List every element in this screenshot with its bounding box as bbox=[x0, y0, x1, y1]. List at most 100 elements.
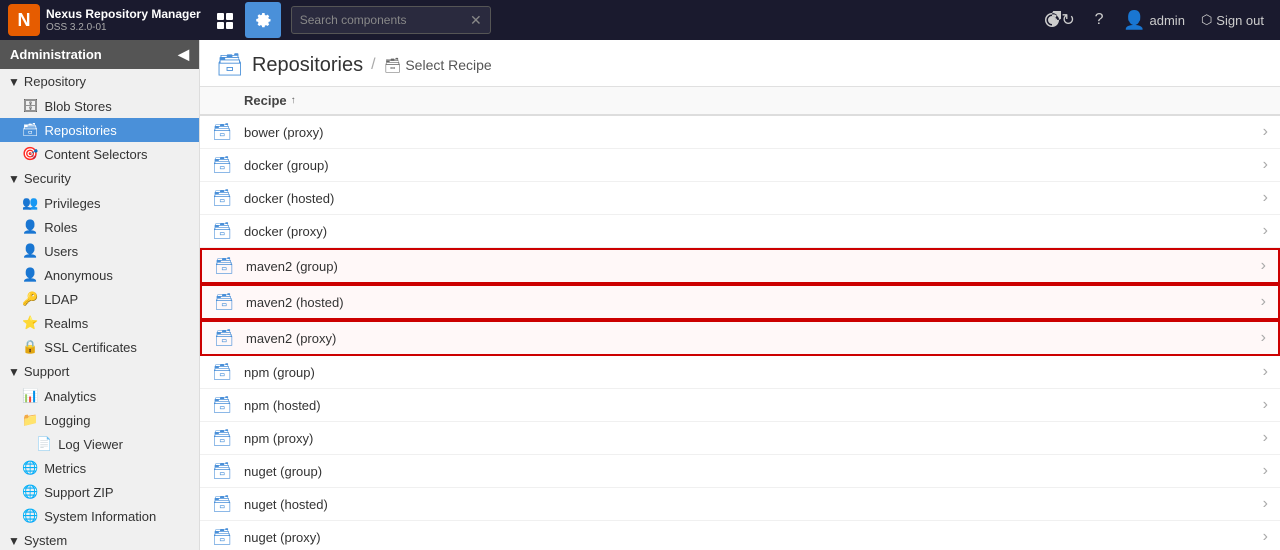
sidebar-item-label: Logging bbox=[44, 413, 90, 428]
app-title: Nexus Repository Manager bbox=[46, 7, 201, 21]
sidebar-item-system-information[interactable]: 🌐 System Information bbox=[0, 504, 199, 528]
table-row[interactable]: 🗃 maven2 (proxy) › bbox=[200, 320, 1280, 356]
breadcrumb-label: Select Recipe bbox=[405, 57, 491, 73]
sidebar-item-anonymous[interactable]: 👤 Anonymous bbox=[0, 263, 199, 287]
repositories-icon: 🗃 bbox=[22, 122, 39, 138]
app-subtitle: OSS 3.2.0-01 bbox=[46, 22, 201, 33]
sidebar-collapse-button[interactable]: ◀ bbox=[178, 46, 189, 63]
table-row[interactable]: 🗃 npm (group) › bbox=[200, 356, 1280, 389]
breadcrumb: 🗃 Select Recipe bbox=[384, 57, 492, 74]
search-box: ✕ bbox=[291, 6, 491, 34]
sidebar-item-logging[interactable]: 📁 Logging bbox=[0, 408, 199, 432]
sidebar-item-ldap[interactable]: 🔑 LDAP bbox=[0, 287, 199, 311]
sidebar-item-log-viewer[interactable]: 📄 Log Viewer bbox=[0, 432, 199, 456]
user-menu[interactable]: 👤 admin bbox=[1123, 10, 1185, 31]
collapse-icon: ▼ bbox=[8, 75, 20, 89]
table-row[interactable]: 🗃 npm (hosted) › bbox=[200, 389, 1280, 422]
row-name: docker (hosted) bbox=[244, 191, 1263, 206]
sidebar-item-metrics[interactable]: 🌐 Metrics bbox=[0, 456, 199, 480]
system-info-icon: 🌐 bbox=[22, 508, 38, 524]
table-row[interactable]: 🗃 maven2 (hosted) › bbox=[200, 284, 1280, 320]
row-name: maven2 (proxy) bbox=[246, 331, 1261, 346]
sidebar-section-repository: ▼ Repository 🗄 Blob Stores 🗃 Repositorie… bbox=[0, 69, 199, 166]
sidebar-item-label: System Information bbox=[44, 509, 156, 524]
signout-label: Sign out bbox=[1216, 13, 1264, 28]
search-clear-button[interactable]: ✕ bbox=[470, 12, 482, 29]
support-zip-icon: 🌐 bbox=[22, 484, 38, 500]
recipe-icon: 🗃 bbox=[212, 221, 232, 241]
refresh-button[interactable]: ↻ bbox=[1043, 4, 1075, 36]
help-button[interactable]: ? bbox=[1083, 4, 1115, 36]
signout-button[interactable]: ⬡ Sign out bbox=[1193, 8, 1272, 32]
table-row[interactable]: 🗃 docker (group) › bbox=[200, 149, 1280, 182]
sidebar-item-label: SSL Certificates bbox=[44, 340, 137, 355]
sidebar-item-label: Blob Stores bbox=[45, 99, 112, 114]
settings-button[interactable] bbox=[245, 2, 281, 38]
sidebar-item-blob-stores[interactable]: 🗄 Blob Stores bbox=[0, 94, 199, 118]
users-icon: 👤 bbox=[22, 243, 38, 259]
row-name: maven2 (hosted) bbox=[246, 295, 1261, 310]
sidebar: Administration ◀ ▼ Repository 🗄 Blob Sto… bbox=[0, 40, 200, 550]
group-label: Support bbox=[24, 364, 70, 379]
sidebar-item-content-selectors[interactable]: 🎯 Content Selectors bbox=[0, 142, 199, 166]
table-row[interactable]: 🗃 nuget (group) › bbox=[200, 455, 1280, 488]
analytics-icon: 📊 bbox=[22, 388, 38, 404]
row-name: bower (proxy) bbox=[244, 125, 1263, 140]
group-label: Repository bbox=[24, 74, 86, 89]
sidebar-item-label: Roles bbox=[44, 220, 77, 235]
sidebar-header: Administration ◀ bbox=[0, 40, 199, 69]
ldap-icon: 🔑 bbox=[22, 291, 38, 307]
sidebar-item-realms[interactable]: ⭐ Realms bbox=[0, 311, 199, 335]
row-icon-col: 🗃 bbox=[212, 221, 244, 241]
username-label: admin bbox=[1150, 13, 1185, 28]
recipe-icon: 🗃 bbox=[212, 188, 232, 208]
row-arrow: › bbox=[1263, 528, 1268, 546]
search-input[interactable] bbox=[300, 13, 470, 27]
table-row[interactable]: 🗃 docker (hosted) › bbox=[200, 182, 1280, 215]
browse-button[interactable] bbox=[207, 2, 243, 38]
row-arrow: › bbox=[1263, 429, 1268, 447]
sidebar-item-support-zip[interactable]: 🌐 Support ZIP bbox=[0, 480, 199, 504]
table-row[interactable]: 🗃 docker (proxy) › bbox=[200, 215, 1280, 248]
sidebar-section-system: ▼ System 🎁 Bundles bbox=[0, 528, 199, 550]
sidebar-group-support[interactable]: ▼ Support bbox=[0, 359, 199, 384]
header-recipe-col[interactable]: Recipe ↑ bbox=[244, 93, 1268, 108]
recipe-icon: 🗃 bbox=[212, 527, 232, 547]
user-icon: 👤 bbox=[1123, 10, 1145, 31]
row-name: docker (group) bbox=[244, 158, 1263, 173]
collapse-icon: ▼ bbox=[8, 365, 20, 379]
recipe-icon: 🗃 bbox=[212, 461, 232, 481]
sidebar-group-repository[interactable]: ▼ Repository bbox=[0, 69, 199, 94]
main-layout: Administration ◀ ▼ Repository 🗄 Blob Sto… bbox=[0, 40, 1280, 550]
sidebar-item-label: Metrics bbox=[44, 461, 86, 476]
page-title: Repositories bbox=[252, 54, 363, 77]
sidebar-group-system[interactable]: ▼ System bbox=[0, 528, 199, 550]
sort-indicator: ↑ bbox=[291, 95, 296, 106]
sidebar-item-repositories[interactable]: 🗃 Repositories bbox=[0, 118, 199, 142]
recipe-icon: 🗃 bbox=[212, 122, 232, 142]
sidebar-item-label: Repositories bbox=[45, 123, 117, 138]
sidebar-item-roles[interactable]: 👤 Roles bbox=[0, 215, 199, 239]
sidebar-item-users[interactable]: 👤 Users bbox=[0, 239, 199, 263]
table-row[interactable]: 🗃 nuget (hosted) › bbox=[200, 488, 1280, 521]
sidebar-item-analytics[interactable]: 📊 Analytics bbox=[0, 384, 199, 408]
roles-icon: 👤 bbox=[22, 219, 38, 235]
table-row[interactable]: 🗃 npm (proxy) › bbox=[200, 422, 1280, 455]
sidebar-section-support: ▼ Support 📊 Analytics 📁 Logging 📄 Log Vi… bbox=[0, 359, 199, 528]
content-header-icon: 🗃 bbox=[216, 52, 244, 78]
privileges-icon: 👥 bbox=[22, 195, 38, 211]
sidebar-item-label: Users bbox=[44, 244, 78, 259]
group-label: Security bbox=[24, 171, 71, 186]
row-icon-col: 🗃 bbox=[214, 328, 246, 348]
table-row[interactable]: 🗃 nuget (proxy) › bbox=[200, 521, 1280, 550]
row-name: npm (hosted) bbox=[244, 398, 1263, 413]
breadcrumb-icon: 🗃 bbox=[384, 57, 402, 74]
sidebar-group-security[interactable]: ▼ Security bbox=[0, 166, 199, 191]
table-row[interactable]: 🗃 bower (proxy) › bbox=[200, 116, 1280, 149]
recipe-col-label: Recipe bbox=[244, 93, 287, 108]
sidebar-item-ssl-certificates[interactable]: 🔒 SSL Certificates bbox=[0, 335, 199, 359]
table-row[interactable]: 🗃 maven2 (group) › bbox=[200, 248, 1280, 284]
sidebar-item-label: Content Selectors bbox=[44, 147, 147, 162]
sidebar-item-privileges[interactable]: 👥 Privileges bbox=[0, 191, 199, 215]
sidebar-item-label: Analytics bbox=[44, 389, 96, 404]
